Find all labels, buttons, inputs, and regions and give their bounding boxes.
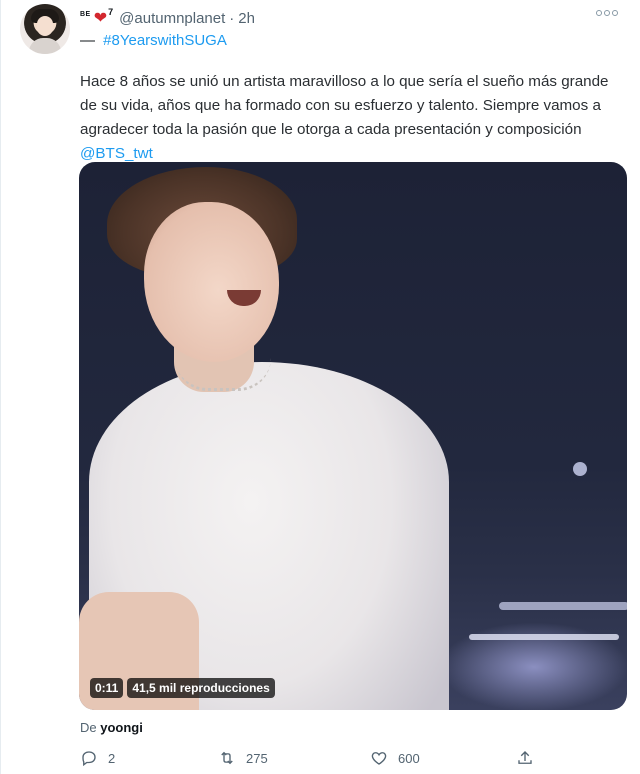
mention-link[interactable]: @BTS_twt: [80, 145, 153, 162]
reply-icon: [82, 751, 96, 767]
source-prefix: De: [80, 720, 97, 735]
dash-prefix: —: [80, 32, 95, 49]
retweet-icon: [221, 751, 233, 765]
video-player[interactable]: [79, 162, 627, 710]
timestamp[interactable]: 2h: [238, 10, 255, 27]
source-user-link[interactable]: yoongi: [100, 720, 143, 735]
separator-dot: ·: [229, 9, 235, 27]
video-source: De yoongi: [80, 720, 143, 735]
tweet-actions: 2 275 600: [80, 746, 540, 770]
heart-icon: [371, 752, 387, 765]
bokeh-light: [573, 462, 587, 476]
tweet-text: Hace 8 años se unió un artista maravillo…: [80, 70, 620, 166]
tweet-body: Hace 8 años se unió un artista maravillo…: [80, 73, 609, 138]
like-count: 600: [398, 750, 420, 766]
timeline-border: [0, 0, 1, 774]
video-badges: 0:11 41,5 mil reproducciones: [90, 678, 275, 698]
display-name-prefix[interactable]: BE: [80, 11, 91, 18]
display-name-suffix[interactable]: 7: [108, 7, 113, 17]
retweet-count: 275: [246, 750, 268, 766]
reply-count: 2: [108, 750, 116, 766]
more-options-icon[interactable]: [596, 10, 618, 16]
video-duration-badge: 0:11: [90, 678, 124, 698]
hashtag-line: — #8YearswithSUGA: [80, 32, 227, 49]
hashtag-link[interactable]: #8YearswithSUGA: [103, 32, 227, 49]
red-heart-emoji-icon: ❤: [93, 10, 108, 27]
user-handle[interactable]: @autumnplanet: [119, 10, 225, 27]
share-button[interactable]: [516, 746, 534, 770]
avatar-shirt: [29, 38, 61, 54]
retweet-button[interactable]: 275: [218, 746, 268, 770]
like-button[interactable]: 600: [370, 746, 420, 770]
avatar-face: [37, 16, 53, 36]
stage-lights-lower: [469, 634, 619, 640]
avatar[interactable]: [20, 4, 70, 54]
share-icon: [518, 751, 532, 764]
tweet-header: BE ❤ 7 @autumnplanet · 2h: [80, 7, 255, 28]
person-face: [144, 202, 279, 362]
reply-button[interactable]: 2: [80, 746, 115, 770]
video-views-badge: 41,5 mil reproducciones: [127, 678, 275, 698]
stage-lights: [499, 602, 627, 610]
